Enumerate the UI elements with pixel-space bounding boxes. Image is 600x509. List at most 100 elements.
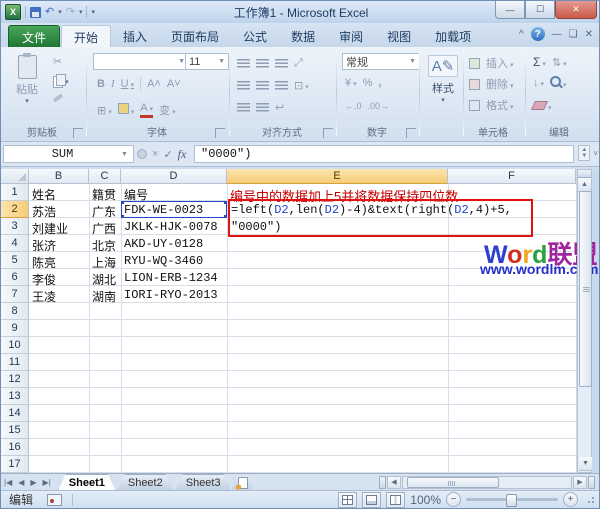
clear-button[interactable] (533, 97, 552, 115)
ribbon-tab-视图[interactable]: 视图 (375, 25, 423, 47)
vertical-scrollbar[interactable]: ▲ ▼ (577, 169, 592, 473)
doc-restore-icon[interactable]: ❏ (569, 29, 578, 40)
insert-function-icon[interactable]: fx (178, 147, 187, 162)
horizontal-scroll-track[interactable] (402, 476, 572, 489)
column-header-E[interactable]: E (227, 169, 448, 184)
page-layout-view-button[interactable] (362, 492, 381, 508)
doc-minimize-icon[interactable]: — (552, 29, 562, 40)
scroll-right-icon[interactable]: ▶ (573, 476, 587, 489)
row-header-16[interactable]: 16 (1, 439, 29, 456)
scroll-up-icon[interactable]: ▲ (578, 178, 591, 192)
row-header-7[interactable]: 7 (1, 286, 29, 303)
record-macro-icon[interactable] (47, 494, 62, 506)
underline-button[interactable]: U (121, 78, 134, 90)
cell-c1[interactable]: 籍贯 (92, 186, 116, 200)
format-painter-icon[interactable] (53, 93, 63, 102)
insert-worksheet-tab[interactable] (232, 476, 254, 490)
paste-dropdown-icon[interactable]: ▾ (7, 97, 47, 105)
horizontal-split-handle[interactable] (379, 476, 386, 489)
align-right-icon[interactable] (275, 81, 288, 90)
sheet-tab-Sheet2[interactable]: Sheet2 (117, 474, 174, 491)
ribbon-tab-插入[interactable]: 插入 (111, 25, 159, 47)
wrap-text-icon[interactable]: ↩ (275, 101, 284, 114)
fill-color-button[interactable] (118, 101, 135, 119)
column-header-D[interactable]: D (121, 169, 227, 184)
font-name-combo[interactable]: ▼ (93, 53, 189, 70)
shrink-font-button[interactable]: A˅ (167, 78, 181, 90)
align-middle-icon[interactable] (256, 59, 269, 68)
merge-center-icon[interactable]: ⊡ (294, 79, 309, 92)
cell-d7[interactable]: IORI-RYO-2013 (124, 288, 218, 302)
scroll-down-icon[interactable]: ▼ (579, 457, 592, 471)
ribbon-tab-页面布局[interactable]: 页面布局 (159, 25, 231, 47)
cell-b3[interactable]: 刘建业 (32, 220, 68, 234)
copy-button[interactable]: ▾ (53, 76, 69, 88)
decrease-indent-icon[interactable] (237, 103, 250, 112)
name-box-dropdown-icon[interactable]: ▼ (121, 151, 133, 158)
scroll-left-icon[interactable]: ◀ (387, 476, 401, 489)
cell-b1[interactable]: 姓名 (32, 186, 56, 200)
help-icon[interactable]: ? (531, 27, 545, 41)
row-header-10[interactable]: 10 (1, 337, 29, 354)
autosum-button[interactable]: Σ (533, 55, 546, 69)
zoom-slider[interactable] (466, 498, 558, 501)
cell-c6[interactable]: 湖北 (92, 271, 116, 285)
zoom-level[interactable]: 100% (410, 493, 441, 507)
styles-button[interactable]: A✎ 样式 ▾ (425, 55, 461, 104)
row-header-3[interactable]: 3 (1, 218, 29, 235)
enter-icon[interactable]: ✓ (163, 148, 172, 161)
sheet-tab-Sheet1[interactable]: Sheet1 (58, 474, 116, 491)
minimize-button[interactable]: — (495, 1, 525, 19)
cell-b4[interactable]: 张济 (32, 237, 56, 251)
row-header-15[interactable]: 15 (1, 422, 29, 439)
last-sheet-icon[interactable]: ▶| (40, 478, 54, 487)
row-header-11[interactable]: 11 (1, 354, 29, 371)
ribbon-tab-审阅[interactable]: 审阅 (327, 25, 375, 47)
grow-font-button[interactable]: A˄ (147, 78, 161, 90)
row-header-5[interactable]: 5 (1, 252, 29, 269)
align-bottom-icon[interactable] (275, 59, 288, 68)
font-color-button[interactable]: A (140, 103, 153, 118)
number-format-combo[interactable]: 常规▼ (342, 53, 420, 70)
close-button[interactable]: ✕ (555, 1, 597, 19)
align-top-icon[interactable] (237, 59, 250, 68)
sort-filter-button[interactable]: ⇅ (552, 56, 567, 69)
currency-button[interactable]: ¥ (345, 77, 357, 89)
decrease-decimal-icon[interactable]: .00→ (368, 101, 390, 111)
zoom-in-icon[interactable]: + (563, 492, 578, 507)
phonetic-button[interactable]: 变 (159, 102, 176, 118)
row-header-17[interactable]: 17 (1, 456, 29, 473)
row-header-1[interactable]: 1 (1, 184, 29, 201)
cell-d4[interactable]: AKD-UY-0128 (124, 237, 203, 251)
font-size-combo[interactable]: 11▼ (185, 53, 229, 70)
alignment-dialog-launcher-icon[interactable] (323, 128, 333, 138)
sheet-tab-Sheet3[interactable]: Sheet3 (175, 474, 232, 491)
cell-d1[interactable]: 编号 (124, 186, 148, 200)
next-sheet-icon[interactable]: ▶ (27, 478, 39, 487)
paste-button[interactable]: 粘贴 ▾ (7, 51, 47, 105)
italic-button[interactable]: I (111, 78, 115, 90)
column-header-C[interactable]: C (89, 169, 121, 184)
name-box[interactable]: SUM ▼ (3, 145, 134, 163)
increase-decimal-icon[interactable]: ←.0 (345, 101, 362, 111)
percent-button[interactable]: % (363, 77, 373, 89)
number-dialog-launcher-icon[interactable] (406, 128, 416, 138)
horizontal-scrollbar[interactable]: ◀ ▶ (379, 476, 595, 489)
row-header-12[interactable]: 12 (1, 371, 29, 388)
page-break-view-button[interactable] (386, 492, 405, 508)
zoom-out-icon[interactable]: − (446, 492, 461, 507)
clipboard-dialog-launcher-icon[interactable] (73, 128, 83, 138)
cell-d6[interactable]: LION-ERB-1234 (124, 271, 218, 285)
prev-sheet-icon[interactable]: ◀ (15, 478, 27, 487)
column-header-F[interactable]: F (448, 169, 576, 184)
formula-input[interactable]: ″0000″) (194, 145, 574, 163)
bold-button[interactable]: B (97, 78, 105, 90)
cell-c3[interactable]: 广西 (92, 220, 116, 234)
font-dialog-launcher-icon[interactable] (215, 128, 225, 138)
increase-indent-icon[interactable] (256, 103, 269, 112)
cell-b6[interactable]: 李俊 (32, 271, 56, 285)
fill-button[interactable]: ↓ (533, 77, 544, 89)
align-left-icon[interactable] (237, 81, 250, 90)
row-header-4[interactable]: 4 (1, 235, 29, 252)
borders-button[interactable]: ⊞ (97, 104, 112, 117)
